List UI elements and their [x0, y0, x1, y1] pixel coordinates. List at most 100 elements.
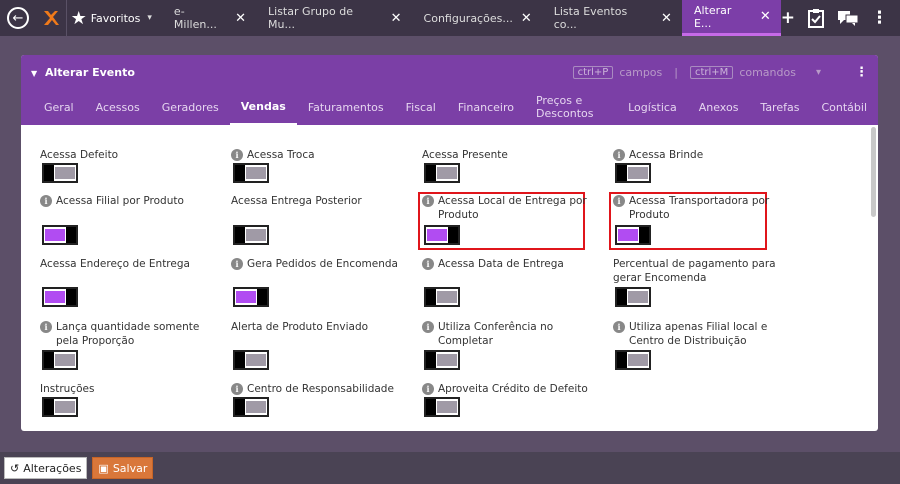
caret-down-icon: ▼: [31, 68, 38, 78]
toggle-knob: [66, 289, 76, 305]
logo-icon: [43, 11, 59, 25]
toggle-track: [236, 291, 256, 303]
tab-tarefas[interactable]: Tarefas: [749, 89, 810, 125]
tab-logistica[interactable]: Logística: [617, 89, 688, 125]
toggle-switch[interactable]: [424, 350, 460, 370]
more-vertical-icon[interactable]: ⋮: [855, 65, 868, 80]
info-icon[interactable]: i: [613, 149, 625, 161]
chat-icon[interactable]: [837, 9, 859, 27]
shortcut-fields-label[interactable]: campos: [619, 66, 662, 79]
toggle-switch[interactable]: [42, 163, 78, 183]
tab-precos-descontos[interactable]: Preços e Descontos: [525, 89, 617, 125]
toggle-switch[interactable]: [42, 287, 78, 307]
tab-financeiro[interactable]: Financeiro: [447, 89, 525, 125]
field-item: Percentual de pagamento para gerar Encom…: [613, 257, 798, 285]
info-icon[interactable]: i: [422, 383, 434, 395]
info-icon[interactable]: i: [40, 195, 52, 207]
panel-title[interactable]: ▼ Alterar Evento: [31, 66, 135, 79]
toggle-switch[interactable]: [615, 163, 651, 183]
info-icon[interactable]: i: [422, 195, 434, 207]
toggle-switch[interactable]: [233, 287, 269, 307]
tab-vendas[interactable]: Vendas: [229, 89, 297, 125]
field-item: i Acessa Transportadora por Produto: [613, 194, 798, 222]
shortcut-commands-key: ctrl+M: [689, 65, 734, 79]
plus-icon[interactable]: +: [781, 8, 795, 28]
field-label: Acessa Endereço de Entrega: [40, 257, 225, 271]
tab-listar-grupo[interactable]: Listar Grupo de Mu... ✕: [256, 0, 412, 36]
scrollbar[interactable]: [871, 127, 876, 217]
save-button[interactable]: ▣ Salvar: [92, 457, 154, 479]
close-icon[interactable]: ✕: [661, 11, 672, 26]
tab-label: e-Millen...: [173, 5, 217, 31]
field-item: Acessa Defeito: [40, 148, 225, 162]
toggle-switch[interactable]: [424, 225, 460, 245]
panel-header: ▼ Alterar Evento ctrl+P campos | ctrl+M …: [21, 55, 878, 125]
close-icon[interactable]: ✕: [391, 11, 402, 26]
tab-emillennium[interactable]: e-Millen... ✕: [162, 0, 256, 36]
field-label-text: Percentual de pagamento para gerar Encom…: [613, 258, 776, 284]
shortcut-commands-label[interactable]: comandos: [739, 66, 796, 79]
changes-button[interactable]: ↺ Alterações: [4, 457, 88, 479]
field-label: i Lança quantidade somente pela Proporção: [40, 320, 225, 348]
tab-anexos[interactable]: Anexos: [688, 89, 750, 125]
close-icon[interactable]: ✕: [521, 11, 532, 26]
info-icon[interactable]: i: [422, 258, 434, 270]
tab-alterar-evento[interactable]: Alterar E... ✕: [681, 0, 781, 36]
clipboard-check-icon[interactable]: [807, 8, 825, 28]
back-button[interactable]: ←: [0, 0, 36, 36]
toggle-switch[interactable]: [233, 163, 269, 183]
toggle-knob: [44, 165, 54, 181]
field-item: i Gera Pedidos de Encomenda: [231, 257, 416, 271]
toggle-track: [55, 401, 75, 413]
toggle-switch[interactable]: [615, 287, 651, 307]
toggle-switch[interactable]: [615, 350, 651, 370]
info-icon[interactable]: i: [613, 195, 625, 207]
tab-faturamentos[interactable]: Faturamentos: [297, 89, 395, 125]
favorites-label: Favoritos: [90, 11, 141, 25]
favorites-menu[interactable]: ★ Favoritos ▾: [65, 0, 162, 36]
shortcut-fields-key: ctrl+P: [572, 65, 614, 79]
star-icon: ★: [70, 7, 87, 29]
chevron-down-icon[interactable]: ▾: [816, 67, 821, 78]
field-label: i Aproveita Crédito de Defeito: [422, 382, 607, 396]
tab-configuracoes[interactable]: Configurações... ✕: [412, 0, 542, 36]
toggle-switch[interactable]: [42, 397, 78, 417]
toggle-track: [437, 401, 457, 413]
close-icon[interactable]: ✕: [760, 9, 771, 24]
toggle-switch[interactable]: [42, 225, 78, 245]
info-icon[interactable]: i: [613, 321, 625, 333]
tab-geradores[interactable]: Geradores: [151, 89, 230, 125]
toggle-switch[interactable]: [233, 225, 269, 245]
field-label: Instruções: [40, 382, 225, 396]
close-icon[interactable]: ✕: [235, 11, 246, 26]
tab-label: Configurações...: [423, 11, 513, 25]
toggle-switch[interactable]: [424, 287, 460, 307]
info-icon[interactable]: i: [231, 383, 243, 395]
toggle-switch[interactable]: [424, 397, 460, 417]
info-icon[interactable]: i: [422, 321, 434, 333]
toggle-switch[interactable]: [233, 350, 269, 370]
logo[interactable]: [36, 0, 66, 36]
tab-contabil[interactable]: Contábil: [810, 89, 878, 125]
field-label-text: Acessa Brinde: [629, 149, 704, 161]
toggle-switch[interactable]: [42, 350, 78, 370]
tab-lista-eventos[interactable]: Lista Eventos co... ✕: [542, 0, 682, 36]
info-icon[interactable]: i: [40, 321, 52, 333]
field-label-text: Aproveita Crédito de Defeito: [438, 383, 588, 395]
field-label: i Acessa Data de Entrega: [422, 257, 607, 271]
field-label: i Acessa Brinde: [613, 148, 798, 162]
info-icon[interactable]: i: [231, 149, 243, 161]
toggle-track: [246, 229, 266, 241]
toggle-switch[interactable]: [233, 397, 269, 417]
more-vertical-icon[interactable]: ⋮: [871, 8, 888, 28]
toggle-knob: [617, 289, 627, 305]
field-label: i Utiliza apenas Filial local e Centro de…: [613, 320, 798, 348]
toggle-switch[interactable]: [424, 163, 460, 183]
toggle-switch[interactable]: [615, 225, 651, 245]
info-icon[interactable]: i: [231, 258, 243, 270]
tab-geral[interactable]: Geral: [33, 89, 85, 125]
tab-fiscal[interactable]: Fiscal: [395, 89, 447, 125]
field-label-text: Acessa Presente: [422, 149, 508, 161]
tab-acessos[interactable]: Acessos: [85, 89, 151, 125]
toggle-knob: [235, 165, 245, 181]
